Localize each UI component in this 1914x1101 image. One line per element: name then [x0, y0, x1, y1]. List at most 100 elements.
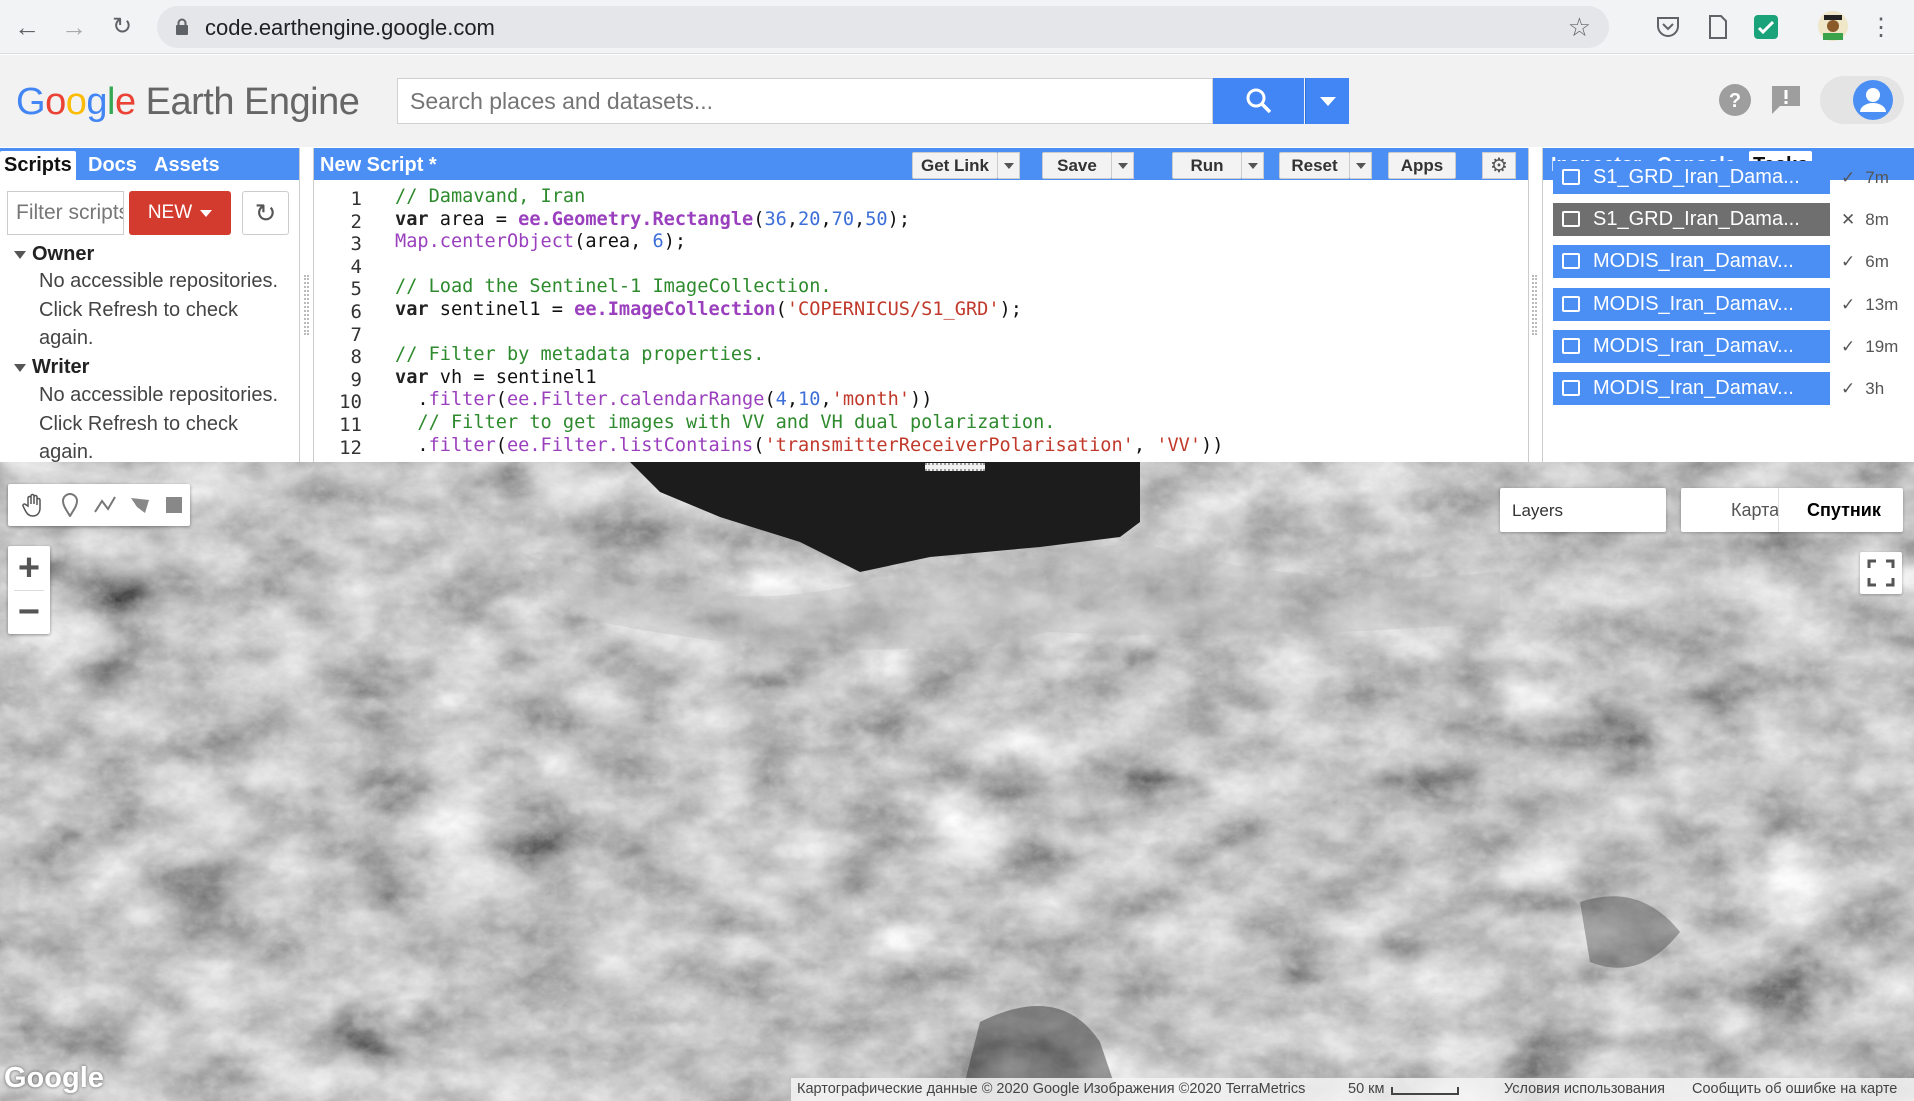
satellite-imagery: [0, 462, 1914, 1101]
run-button[interactable]: Run: [1172, 152, 1242, 179]
refresh-button[interactable]: ↻: [242, 191, 289, 235]
feedback-icon[interactable]: [1766, 80, 1806, 120]
map-type-satellite[interactable]: Спутник: [1807, 500, 1881, 521]
reset-dropdown[interactable]: [1350, 152, 1372, 179]
map-type-map[interactable]: Карта: [1731, 500, 1779, 521]
search-button[interactable]: [1213, 78, 1304, 124]
tree-owner[interactable]: Owner: [14, 243, 94, 266]
bookmark-star-icon[interactable]: ☆: [1568, 12, 1591, 43]
code-line[interactable]: var vh = sentinel1: [395, 367, 597, 388]
close-icon: ✕: [1841, 210, 1856, 230]
task-item[interactable]: MODIS_Iran_Damav...: [1553, 245, 1830, 279]
url-text: code.earthengine.google.com: [205, 15, 495, 40]
search-box[interactable]: [397, 78, 1213, 124]
script-title[interactable]: New Script *: [320, 154, 437, 177]
map-view[interactable]: [0, 462, 1914, 1101]
pocket-icon[interactable]: [1653, 12, 1683, 42]
line-number: 4: [350, 255, 362, 278]
new-button-label: NEW: [147, 202, 193, 223]
left-splitter-handle[interactable]: [304, 275, 309, 335]
code-line[interactable]: var sentinel1 = ee.ImageCollection('COPE…: [395, 299, 1022, 320]
zoom-out-button[interactable]: −: [8, 590, 50, 634]
code-line[interactable]: // Filter by metadata properties.: [395, 344, 764, 365]
reload-icon[interactable]: ↻: [105, 10, 139, 44]
layers-button[interactable]: Layers: [1500, 488, 1666, 532]
code-line[interactable]: .filter(ee.Filter.listContains('transmit…: [395, 435, 1223, 456]
get-link-button[interactable]: Get Link: [912, 152, 998, 179]
save-dropdown[interactable]: [1112, 152, 1134, 179]
task-age: 13m: [1865, 294, 1899, 314]
forward-icon[interactable]: →: [57, 10, 91, 44]
draw-polygon-icon[interactable]: [125, 490, 155, 520]
check-icon: ✓: [1841, 168, 1856, 187]
right-splitter-handle[interactable]: [1532, 275, 1537, 335]
tab-docs[interactable]: Docs: [84, 151, 141, 180]
code-line[interactable]: // Load the Sentinel-1 ImageCollection.: [395, 276, 832, 297]
document-icon[interactable]: [1703, 12, 1733, 42]
code-line[interactable]: Map.centerObject(area, 6);: [395, 231, 686, 252]
task-item[interactable]: MODIS_Iran_Damav...: [1553, 329, 1830, 363]
terms-link[interactable]: Условия использования: [1504, 1081, 1665, 1097]
marker-pin-icon[interactable]: [55, 490, 85, 520]
task-name: S1_GRD_Iran_Dama...: [1593, 166, 1800, 188]
drawing-tools: [8, 484, 190, 526]
draw-line-icon[interactable]: [90, 490, 120, 520]
line-number: 10: [339, 391, 362, 414]
browser-toolbar: ← → ↻ code.earthengine.google.com ☆ ⋮: [0, 0, 1914, 54]
fullscreen-icon: [1867, 559, 1895, 587]
reset-button[interactable]: Reset: [1279, 152, 1350, 179]
draw-rectangle-icon[interactable]: [159, 490, 189, 520]
report-error-link[interactable]: Сообщить об ошибке на карте: [1692, 1081, 1897, 1097]
filter-scripts-input[interactable]: Filter scripts...: [7, 191, 124, 235]
search-icon: [1246, 88, 1271, 114]
chevron-down-icon: [1003, 162, 1014, 169]
extension-check-icon[interactable]: [1751, 12, 1781, 42]
map-resize-handle[interactable]: [925, 463, 985, 471]
chevron-down-icon: [1247, 162, 1258, 169]
new-button[interactable]: NEW: [129, 191, 231, 235]
address-bar[interactable]: code.earthengine.google.com ☆: [157, 6, 1609, 48]
apps-button[interactable]: Apps: [1388, 152, 1456, 179]
profile-avatar-icon[interactable]: [1816, 9, 1850, 43]
left-panel-tabs: Scripts Docs Assets: [0, 148, 299, 180]
line-number-gutter: 1 2 3 4 5 6 7 8 9 10 11 12: [314, 186, 374, 462]
gear-icon: ⚙: [1490, 155, 1508, 177]
zoom-control: + −: [8, 546, 50, 634]
task-item[interactable]: S1_GRD_Iran_Dama...: [1553, 203, 1830, 237]
browser-menu-icon[interactable]: ⋮: [1866, 12, 1896, 42]
account-avatar[interactable]: [1820, 76, 1904, 124]
task-age: 6m: [1865, 252, 1889, 272]
code-area[interactable]: // Damavand, Iran var area = ee.Geometry.…: [395, 186, 1515, 462]
logo-google: Google: [16, 81, 136, 123]
task-item[interactable]: S1_GRD_Iran_Dama...: [1553, 161, 1830, 194]
fullscreen-button[interactable]: [1860, 552, 1902, 594]
task-status: ✓ 7m: [1841, 168, 1889, 188]
writer-empty-text: No accessible repositories. Click Refres…: [39, 384, 278, 462]
code-line[interactable]: // Damavand, Iran: [395, 186, 585, 207]
back-icon[interactable]: ←: [10, 10, 44, 44]
settings-button[interactable]: ⚙: [1482, 152, 1516, 179]
code-line[interactable]: var area = ee.Geometry.Rectangle(36,20,7…: [395, 209, 910, 230]
google-earth-engine-logo[interactable]: Google Earth Engine: [16, 81, 360, 124]
line-number: 3: [350, 233, 362, 256]
run-dropdown[interactable]: [1242, 152, 1264, 179]
check-icon: ✓: [1841, 252, 1856, 272]
get-link-dropdown[interactable]: [998, 152, 1020, 179]
task-item[interactable]: MODIS_Iran_Damav...: [1553, 372, 1830, 405]
owner-empty-text: No accessible repositories. Click Refres…: [39, 270, 278, 349]
tree-writer[interactable]: Writer: [14, 356, 89, 379]
editor-toolbar: New Script * Get Link Save Run Reset App…: [314, 148, 1528, 180]
save-button[interactable]: Save: [1042, 152, 1112, 179]
help-icon[interactable]: ?: [1715, 80, 1755, 120]
zoom-in-button[interactable]: +: [8, 546, 50, 590]
image-icon: [1562, 253, 1580, 270]
task-item[interactable]: MODIS_Iran_Damav...: [1553, 287, 1830, 321]
tab-assets[interactable]: Assets: [150, 151, 224, 180]
tab-scripts[interactable]: Scripts: [0, 151, 76, 180]
code-line[interactable]: // Filter to get images with VV and VH d…: [395, 412, 1055, 433]
pan-hand-icon[interactable]: [18, 490, 48, 520]
code-line[interactable]: .filter(ee.Filter.calendarRange(4,10,'mo…: [395, 389, 932, 410]
search-input[interactable]: [398, 79, 1212, 123]
search-options-dropdown[interactable]: [1305, 78, 1349, 124]
line-number: 8: [350, 346, 362, 369]
